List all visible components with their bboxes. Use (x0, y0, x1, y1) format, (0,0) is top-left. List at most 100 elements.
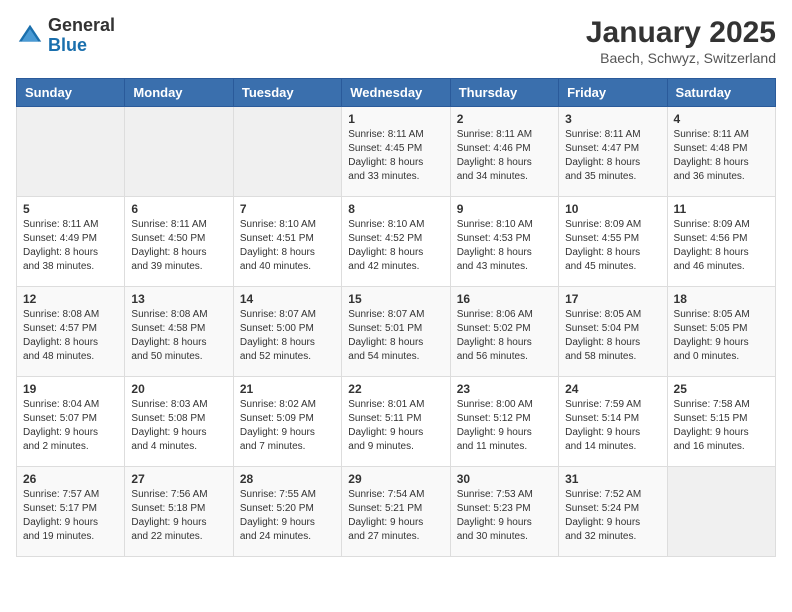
day-number: 8 (348, 202, 443, 216)
day-info: Sunrise: 8:02 AM Sunset: 5:09 PM Dayligh… (240, 398, 335, 454)
day-number: 13 (131, 292, 226, 306)
day-number: 18 (674, 292, 769, 306)
calendar-cell: 28Sunrise: 7:55 AM Sunset: 5:20 PM Dayli… (233, 467, 341, 557)
day-number: 28 (240, 472, 335, 486)
calendar-cell: 20Sunrise: 8:03 AM Sunset: 5:08 PM Dayli… (125, 377, 233, 467)
day-info: Sunrise: 8:11 AM Sunset: 4:45 PM Dayligh… (348, 128, 443, 184)
day-info: Sunrise: 7:56 AM Sunset: 5:18 PM Dayligh… (131, 488, 226, 544)
calendar-cell: 26 Sunrise: 7:57 AM Sunset: 5:17 PM Dayli… (17, 467, 125, 557)
calendar-cell: 14Sunrise: 8:07 AM Sunset: 5:00 PM Dayli… (233, 287, 341, 377)
calendar-cell: 12 Sunrise: 8:08 AM Sunset: 4:57 PM Dayli… (17, 287, 125, 377)
calendar-cell: 31 Sunrise: 7:52 AM Sunset: 5:24 PM Dayli… (559, 467, 667, 557)
day-info: Sunrise: 7:54 AM Sunset: 5:21 PM Dayligh… (348, 488, 443, 544)
day-number: 4 (674, 112, 769, 126)
calendar-subtitle: Baech, Schwyz, Switzerland (586, 50, 776, 66)
day-info: Sunrise: 8:08 AM Sunset: 4:58 PM Dayligh… (131, 308, 226, 364)
day-info: Sunrise: 8:08 AM Sunset: 4:57 PM Dayligh… (23, 308, 118, 364)
day-info: Sunrise: 7:57 AM Sunset: 5:17 PM Dayligh… (23, 488, 118, 544)
day-number: 17 (565, 292, 660, 306)
day-info: Sunrise: 8:10 AM Sunset: 4:52 PM Dayligh… (348, 218, 443, 274)
title-block: January 2025 Baech, Schwyz, Switzerland (586, 16, 776, 66)
day-info: Sunrise: 7:52 AM Sunset: 5:24 PM Dayligh… (565, 488, 660, 544)
day-number: 27 (131, 472, 226, 486)
calendar-cell: 17 Sunrise: 8:05 AM Sunset: 5:04 PM Dayli… (559, 287, 667, 377)
day-info: Sunrise: 8:05 AM Sunset: 5:04 PM Dayligh… (565, 308, 660, 364)
logo-general: General (48, 15, 115, 35)
week-row-1: 1 Sunrise: 8:11 AM Sunset: 4:45 PM Daylig… (17, 107, 776, 197)
calendar-cell: 8 Sunrise: 8:10 AM Sunset: 4:52 PM Daylig… (342, 197, 450, 287)
logo-icon (16, 22, 44, 50)
calendar-cell: 24 Sunrise: 7:59 AM Sunset: 5:14 PM Dayli… (559, 377, 667, 467)
day-number: 19 (23, 382, 118, 396)
day-number: 7 (240, 202, 335, 216)
day-number: 15 (348, 292, 443, 306)
calendar-cell (667, 467, 775, 557)
calendar-cell (17, 107, 125, 197)
calendar-cell: 21Sunrise: 8:02 AM Sunset: 5:09 PM Dayli… (233, 377, 341, 467)
calendar-cell: 16Sunrise: 8:06 AM Sunset: 5:02 PM Dayli… (450, 287, 558, 377)
calendar-cell: 23Sunrise: 8:00 AM Sunset: 5:12 PM Dayli… (450, 377, 558, 467)
logo-blue: Blue (48, 35, 87, 55)
week-row-3: 12 Sunrise: 8:08 AM Sunset: 4:57 PM Dayli… (17, 287, 776, 377)
day-info: Sunrise: 7:59 AM Sunset: 5:14 PM Dayligh… (565, 398, 660, 454)
calendar-cell: 1 Sunrise: 8:11 AM Sunset: 4:45 PM Daylig… (342, 107, 450, 197)
calendar-table: SundayMondayTuesdayWednesdayThursdayFrid… (16, 78, 776, 557)
calendar-cell: 22 Sunrise: 8:01 AM Sunset: 5:11 PM Dayli… (342, 377, 450, 467)
calendar-cell: 7 Sunrise: 8:10 AM Sunset: 4:51 PM Daylig… (233, 197, 341, 287)
logo: General Blue (16, 16, 115, 56)
day-number: 9 (457, 202, 552, 216)
day-info: Sunrise: 8:07 AM Sunset: 5:01 PM Dayligh… (348, 308, 443, 364)
day-header-friday: Friday (559, 79, 667, 107)
day-info: Sunrise: 8:11 AM Sunset: 4:46 PM Dayligh… (457, 128, 552, 184)
day-info: Sunrise: 8:03 AM Sunset: 5:08 PM Dayligh… (131, 398, 226, 454)
day-info: Sunrise: 8:10 AM Sunset: 4:51 PM Dayligh… (240, 218, 335, 274)
calendar-cell (233, 107, 341, 197)
day-number: 24 (565, 382, 660, 396)
week-row-4: 19 Sunrise: 8:04 AM Sunset: 5:07 PM Dayli… (17, 377, 776, 467)
calendar-cell: 9Sunrise: 8:10 AM Sunset: 4:53 PM Daylig… (450, 197, 558, 287)
calendar-cell: 15 Sunrise: 8:07 AM Sunset: 5:01 PM Dayli… (342, 287, 450, 377)
calendar-cell: 3Sunrise: 8:11 AM Sunset: 4:47 PM Daylig… (559, 107, 667, 197)
day-info: Sunrise: 8:01 AM Sunset: 5:11 PM Dayligh… (348, 398, 443, 454)
calendar-header-row: SundayMondayTuesdayWednesdayThursdayFrid… (17, 79, 776, 107)
day-number: 5 (23, 202, 118, 216)
calendar-cell: 10 Sunrise: 8:09 AM Sunset: 4:55 PM Dayli… (559, 197, 667, 287)
day-header-wednesday: Wednesday (342, 79, 450, 107)
page-header: General Blue January 2025 Baech, Schwyz,… (16, 16, 776, 66)
day-info: Sunrise: 7:58 AM Sunset: 5:15 PM Dayligh… (674, 398, 769, 454)
week-row-2: 5 Sunrise: 8:11 AM Sunset: 4:49 PM Daylig… (17, 197, 776, 287)
day-info: Sunrise: 8:11 AM Sunset: 4:49 PM Dayligh… (23, 218, 118, 274)
calendar-cell: 25 Sunrise: 7:58 AM Sunset: 5:15 PM Dayli… (667, 377, 775, 467)
day-number: 2 (457, 112, 552, 126)
calendar-cell: 6Sunrise: 8:11 AM Sunset: 4:50 PM Daylig… (125, 197, 233, 287)
day-info: Sunrise: 8:04 AM Sunset: 5:07 PM Dayligh… (23, 398, 118, 454)
calendar-cell: 5 Sunrise: 8:11 AM Sunset: 4:49 PM Daylig… (17, 197, 125, 287)
calendar-title: January 2025 (586, 16, 776, 50)
calendar-cell: 18 Sunrise: 8:05 AM Sunset: 5:05 PM Dayli… (667, 287, 775, 377)
day-number: 31 (565, 472, 660, 486)
calendar-cell: 2 Sunrise: 8:11 AM Sunset: 4:46 PM Daylig… (450, 107, 558, 197)
day-number: 26 (23, 472, 118, 486)
calendar-cell: 11 Sunrise: 8:09 AM Sunset: 4:56 PM Dayli… (667, 197, 775, 287)
day-number: 23 (457, 382, 552, 396)
day-info: Sunrise: 7:53 AM Sunset: 5:23 PM Dayligh… (457, 488, 552, 544)
calendar-cell (125, 107, 233, 197)
day-number: 11 (674, 202, 769, 216)
day-number: 22 (348, 382, 443, 396)
calendar-cell: 30 Sunrise: 7:53 AM Sunset: 5:23 PM Dayli… (450, 467, 558, 557)
day-number: 1 (348, 112, 443, 126)
day-info: Sunrise: 8:09 AM Sunset: 4:55 PM Dayligh… (565, 218, 660, 274)
calendar-cell: 19 Sunrise: 8:04 AM Sunset: 5:07 PM Dayli… (17, 377, 125, 467)
day-header-thursday: Thursday (450, 79, 558, 107)
day-number: 30 (457, 472, 552, 486)
day-header-tuesday: Tuesday (233, 79, 341, 107)
day-number: 12 (23, 292, 118, 306)
day-number: 10 (565, 202, 660, 216)
calendar-cell: 4Sunrise: 8:11 AM Sunset: 4:48 PM Daylig… (667, 107, 775, 197)
day-info: Sunrise: 8:05 AM Sunset: 5:05 PM Dayligh… (674, 308, 769, 364)
day-number: 25 (674, 382, 769, 396)
logo-text: General Blue (48, 16, 115, 56)
calendar-cell: 27 Sunrise: 7:56 AM Sunset: 5:18 PM Dayli… (125, 467, 233, 557)
day-header-saturday: Saturday (667, 79, 775, 107)
day-info: Sunrise: 8:09 AM Sunset: 4:56 PM Dayligh… (674, 218, 769, 274)
